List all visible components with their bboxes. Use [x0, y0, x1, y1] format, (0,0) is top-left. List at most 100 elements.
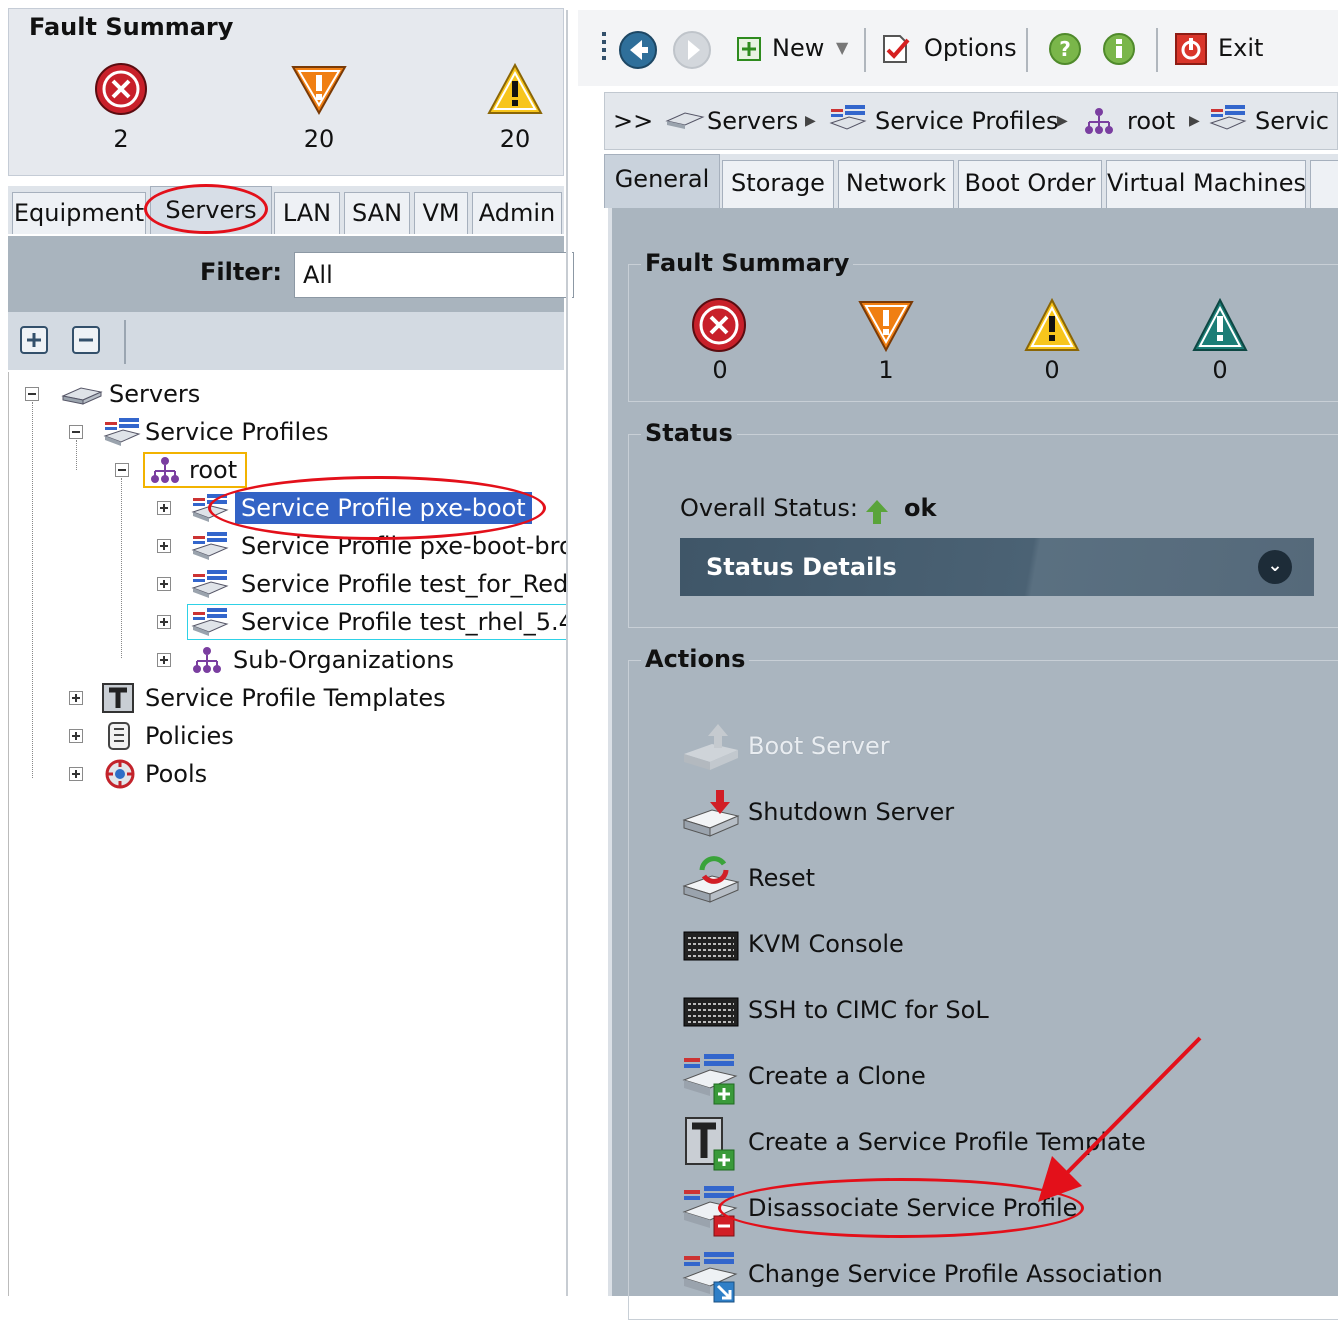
warning-fault-icon[interactable] — [1190, 296, 1250, 354]
tree-label-profile-test-rhel: Service Profile test_rhel_5.4_ — [241, 608, 566, 636]
tree-label-root: root — [189, 456, 238, 484]
critical-fault-count: 0 — [712, 356, 728, 384]
svg-text:?: ? — [1059, 37, 1071, 61]
tree-node-profile-test-rhel[interactable]: Service Profile test_rhel_5.4_ — [153, 604, 566, 640]
service-profile-icon — [1209, 105, 1247, 130]
expand-toggle-icon[interactable] — [157, 577, 171, 591]
options-icon[interactable] — [878, 32, 912, 66]
fault-summary-panel: Fault Summary 2 20 20 — [8, 8, 564, 176]
new-icon[interactable] — [736, 36, 762, 62]
minor-fault-icon[interactable] — [1022, 296, 1082, 354]
major-fault-icon[interactable] — [289, 61, 349, 117]
help-icon[interactable]: ? — [1048, 32, 1082, 66]
tree-label-service-profile-templates: Service Profile Templates — [145, 684, 446, 712]
service-profile-icon — [191, 532, 229, 560]
exit-button[interactable]: Exit — [1218, 10, 1263, 86]
warning-fault-count: 0 — [1212, 356, 1228, 384]
filter-select[interactable]: All — [294, 252, 574, 298]
service-profile-icon — [191, 608, 229, 636]
breadcrumb-item-service-profiles[interactable]: Service Profiles — [875, 93, 1058, 149]
tab-storage[interactable]: Storage — [722, 160, 834, 208]
critical-fault-icon[interactable] — [690, 296, 748, 354]
major-fault-icon[interactable] — [856, 296, 916, 354]
filter-label: Filter: — [200, 258, 283, 286]
tree-node-profile-pxe-boot[interactable]: Service Profile pxe-boot — [153, 490, 566, 526]
expand-toggle-icon[interactable] — [69, 691, 83, 705]
clone-profile-icon — [682, 1054, 738, 1105]
tab-servers[interactable]: Servers — [150, 186, 272, 234]
tab-equipment[interactable]: Equipment — [12, 192, 146, 234]
collapse-toggle-icon[interactable] — [25, 387, 39, 401]
tab-general[interactable]: General — [604, 154, 720, 208]
actions-title: Actions — [641, 645, 750, 673]
toolbar-separator — [1156, 28, 1158, 72]
tab-network[interactable]: Network — [838, 160, 954, 208]
breadcrumb-separator-icon: ▶ — [805, 113, 816, 129]
breadcrumb-prefix[interactable]: >> — [613, 93, 653, 149]
tree-label-profile-pxe-boot: Service Profile pxe-boot — [235, 492, 532, 524]
collapse-all-icon[interactable] — [72, 326, 100, 354]
keyboard-icon — [683, 997, 739, 1027]
tree-node-root[interactable]: root — [109, 452, 249, 488]
organization-icon — [1085, 108, 1113, 134]
reset-icon — [682, 856, 740, 903]
tab-overflow[interactable] — [1310, 160, 1338, 208]
expand-toggle-icon[interactable] — [157, 539, 171, 553]
expand-all-icon[interactable] — [20, 326, 48, 354]
breadcrumb-separator-icon: ▶ — [1057, 113, 1068, 129]
collapse-toggle-icon[interactable] — [69, 425, 83, 439]
tree-guide — [32, 402, 33, 778]
breadcrumb-item-servers[interactable]: Servers — [707, 93, 798, 149]
organization-icon — [193, 647, 221, 673]
tab-vm[interactable]: VM — [414, 192, 468, 234]
tab-san[interactable]: SAN — [344, 192, 410, 234]
tab-virtual-machines[interactable]: Virtual Machines — [1106, 160, 1306, 208]
service-profiles-icon — [829, 105, 867, 130]
ssh-cimc-label: SSH to CIMC for SoL — [748, 996, 989, 1024]
status-title: Status — [641, 419, 737, 447]
breadcrumb-item-root[interactable]: root — [1127, 93, 1175, 149]
overall-status-label: Overall Status: — [680, 494, 858, 522]
expand-toggle-icon[interactable] — [157, 501, 171, 515]
forward-icon[interactable] — [672, 30, 712, 70]
new-dropdown-chevron-icon[interactable]: ▼ — [836, 10, 848, 86]
template-icon — [102, 683, 134, 713]
minor-fault-count: 20 — [499, 125, 531, 153]
expand-toggle-icon[interactable] — [69, 767, 83, 781]
tree-toolbar — [8, 312, 564, 370]
tab-lan[interactable]: LAN — [274, 192, 340, 234]
tab-admin[interactable]: Admin — [472, 192, 562, 234]
kvm-console-label: KVM Console — [748, 930, 904, 958]
tree-label-policies: Policies — [145, 722, 234, 750]
exit-icon[interactable] — [1174, 32, 1208, 66]
new-button[interactable]: New — [772, 10, 824, 86]
keyboard-icon — [683, 931, 739, 961]
general-tab-content: Fault Summary 0 1 0 0 Status Overall Sta… — [608, 208, 1338, 1320]
expand-toggle-icon[interactable] — [157, 653, 171, 667]
tab-boot-order[interactable]: Boot Order — [958, 160, 1102, 208]
status-details-expander[interactable]: Status Details ⌄ — [680, 538, 1314, 596]
breadcrumb-item-service-profile[interactable]: Servic — [1255, 93, 1329, 149]
options-button[interactable]: Options — [924, 10, 1017, 86]
collapse-toggle-icon[interactable] — [115, 463, 129, 477]
navigation-tabs: Equipment Servers LAN SAN VM Admin — [8, 186, 564, 234]
navigation-tree: Servers Service Profiles root Service Pr… — [8, 372, 566, 1296]
back-icon[interactable] — [618, 30, 658, 70]
info-icon[interactable] — [1102, 32, 1136, 66]
toolbar-grip — [602, 32, 606, 62]
status-details-label: Status Details — [706, 553, 897, 581]
chevron-down-icon[interactable]: ⌄ — [1258, 550, 1292, 584]
expand-toggle-icon[interactable] — [157, 615, 171, 629]
expand-toggle-icon[interactable] — [69, 729, 83, 743]
minor-fault-icon[interactable] — [485, 61, 545, 117]
pane-splitter[interactable] — [566, 10, 572, 1296]
tree-node-sub-organizations[interactable]: Sub-Organizations — [153, 642, 566, 678]
tree-node-profile-pxe-boot-brok[interactable]: Service Profile pxe-boot-brok — [153, 528, 566, 564]
filter-bar: Filter: All — [8, 236, 574, 312]
critical-fault-icon[interactable] — [93, 61, 149, 117]
create-clone-label: Create a Clone — [748, 1062, 926, 1090]
service-profile-icon — [191, 570, 229, 598]
tree-node-profile-test-for-redh[interactable]: Service Profile test_for_Redh — [153, 566, 566, 602]
annotation-arrow-icon — [1038, 1036, 1202, 1202]
navigation-pane: Fault Summary 2 20 20 Equipment Servers … — [0, 0, 574, 1296]
